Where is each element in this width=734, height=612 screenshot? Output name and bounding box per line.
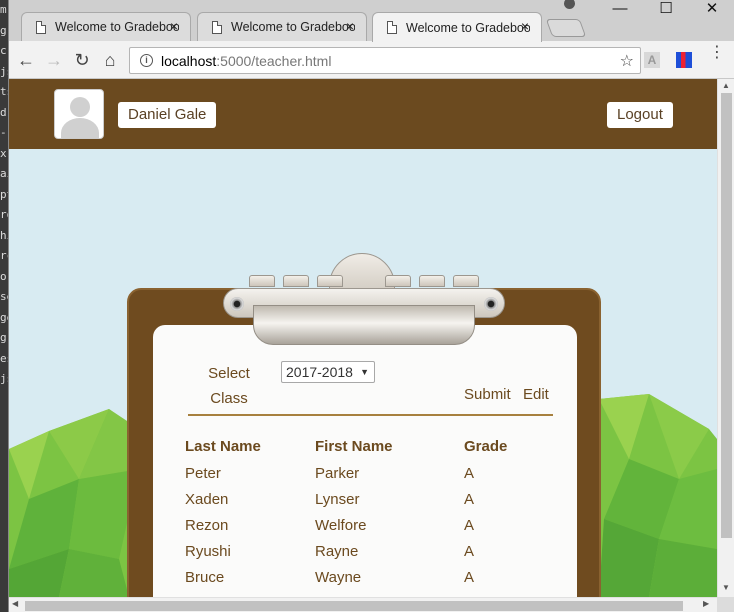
cell-first-name: Lynser xyxy=(315,491,360,508)
cell-grade: A xyxy=(464,517,475,534)
year-select-value: 2017-2018 xyxy=(286,364,353,380)
submit-button[interactable]: Submit xyxy=(464,386,511,403)
page-icon xyxy=(212,20,222,34)
cell-first-name: Welfore xyxy=(315,517,367,534)
back-arrow-icon[interactable]: ← xyxy=(15,49,37,71)
tab-gradebook-2[interactable]: Welcome to Gradebook × xyxy=(197,12,367,41)
avatar-body xyxy=(61,118,99,138)
extension-icon[interactable] xyxy=(676,52,692,68)
profile-icon[interactable] xyxy=(562,0,576,10)
cell-grade: A xyxy=(464,569,475,586)
chevron-down-icon: ▼ xyxy=(360,367,369,377)
vertical-scrollbar[interactable]: ▲ ▼ xyxy=(717,79,734,597)
home-icon[interactable]: ⌂ xyxy=(99,49,121,71)
pdf-extension-icon[interactable]: A xyxy=(644,52,660,68)
window-controls: — ☐ ✕ xyxy=(597,0,734,20)
horizontal-scroll-thumb[interactable] xyxy=(25,601,683,611)
app-header: Daniel Gale Logout xyxy=(9,79,717,149)
cell-last-name: Rezon xyxy=(185,517,229,534)
bookmark-star-icon[interactable]: ☆ xyxy=(620,51,634,71)
cell-grade: A xyxy=(464,543,475,560)
divider xyxy=(188,414,553,416)
close-tab-icon[interactable]: × xyxy=(166,18,182,34)
rivet-icon xyxy=(230,297,244,311)
address-bar[interactable]: i localhost:5000/teacher.html ☆ xyxy=(129,47,641,74)
cell-first-name: Wayne xyxy=(315,569,362,586)
forward-arrow-icon[interactable]: → xyxy=(43,49,65,71)
clip-curl xyxy=(253,305,475,345)
header-last-name: Last Name xyxy=(185,438,261,455)
avatar-head xyxy=(70,97,90,117)
user-name-button[interactable]: Daniel Gale xyxy=(118,102,217,128)
scroll-down-icon[interactable]: ▼ xyxy=(722,583,730,592)
header-grade: Grade xyxy=(464,438,508,455)
logout-button[interactable]: Logout xyxy=(607,102,673,128)
rivet-icon xyxy=(484,297,498,311)
cell-last-name: Bruce xyxy=(185,569,225,586)
scroll-up-icon[interactable]: ▲ xyxy=(722,81,730,90)
horizontal-scrollbar[interactable]: ◀ ▶ xyxy=(9,597,717,612)
page-icon xyxy=(387,21,397,34)
close-tab-icon[interactable]: × xyxy=(517,18,533,34)
cell-last-name: Ryushi xyxy=(185,543,231,560)
tab-gradebook-3-active[interactable]: Welcome to Gradebook × xyxy=(372,12,542,42)
minimize-button[interactable]: — xyxy=(597,0,643,20)
avatar[interactable] xyxy=(54,89,104,139)
url-path: :5000/teacher.html xyxy=(216,52,332,69)
cell-last-name: Peter xyxy=(185,465,221,482)
close-tab-icon[interactable]: × xyxy=(342,18,358,34)
clip-teeth xyxy=(249,275,479,287)
cell-first-name: Parker xyxy=(315,465,360,482)
tab-title: Welcome to Gradebook xyxy=(406,20,530,35)
url-host: localhost xyxy=(161,52,217,69)
vertical-scroll-thumb[interactable] xyxy=(721,93,732,538)
header-first-name: First Name xyxy=(315,438,393,455)
tab-strip: Welcome to Gradebook × Welcome to Gradeb… xyxy=(9,0,734,42)
info-icon[interactable]: i xyxy=(140,54,153,67)
scroll-corner xyxy=(717,597,734,612)
reload-icon[interactable]: ↻ xyxy=(71,49,93,71)
scroll-left-icon[interactable]: ◀ xyxy=(12,599,18,608)
cell-last-name: Xaden xyxy=(185,491,229,508)
year-select[interactable]: 2017-2018 ▼ xyxy=(281,361,375,383)
tab-title: Welcome to Gradebook xyxy=(231,20,355,34)
cell-grade: A xyxy=(464,465,475,482)
tab-title: Welcome to Gradebook xyxy=(55,20,179,34)
maximize-button[interactable]: ☐ xyxy=(643,0,689,20)
browser-window: Welcome to Gradebook × Welcome to Gradeb… xyxy=(8,0,734,612)
tab-gradebook-1[interactable]: Welcome to Gradebook × xyxy=(21,12,191,41)
page-viewport: Daniel Gale Logout Select Class 2017-201… xyxy=(9,79,717,597)
edit-button[interactable]: Edit xyxy=(523,386,549,403)
cell-grade: A xyxy=(464,491,475,508)
close-window-button[interactable]: ✕ xyxy=(689,0,734,20)
select-class-label: Select Class xyxy=(208,365,250,407)
browser-toolbar: ← → ↻ ⌂ i localhost:5000/teacher.html ☆ … xyxy=(9,41,734,79)
new-tab-button[interactable] xyxy=(545,19,587,37)
scroll-right-icon[interactable]: ▶ xyxy=(703,599,709,608)
page-icon xyxy=(36,20,46,34)
menu-dots-icon[interactable]: ⋮ xyxy=(709,45,725,61)
cell-first-name: Rayne xyxy=(315,543,359,560)
